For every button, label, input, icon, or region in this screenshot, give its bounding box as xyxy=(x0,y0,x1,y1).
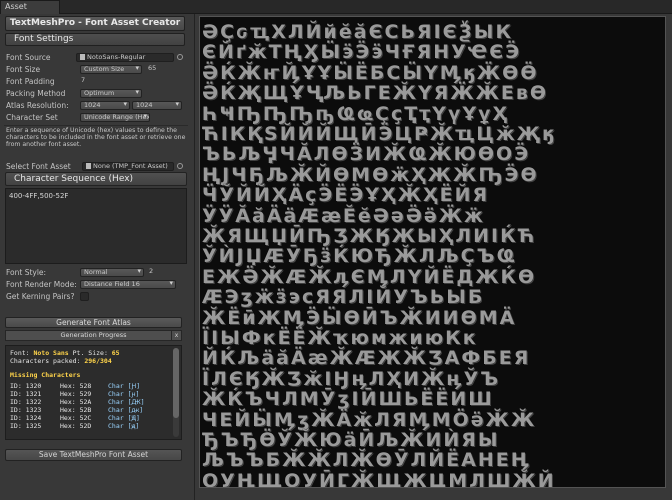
character-sequence-input[interactable]: 400-4FF,500-52F xyxy=(5,188,187,264)
atlas-glyph-row: ҢЈЧҔЉӁЙӨМӨӝҲЖӁҦӬӨ xyxy=(202,163,539,186)
missing-char-row: ID: 1324 Hex: 52C Char [Ԭ] xyxy=(10,414,140,422)
font-source-value: NotoSans-Regular xyxy=(87,53,146,61)
select-font-asset-label: Select Font Asset xyxy=(6,162,71,171)
font-settings-header[interactable]: Font Settings xyxy=(5,33,185,46)
font-source-row: Font Source NotoSans-Regular xyxy=(6,53,186,63)
font-style-row: Font Style: Normal 2 xyxy=(6,268,186,278)
atlas-resolution-row: Atlas Resolution: 1024 1024 xyxy=(6,101,186,111)
font-source-field[interactable]: NotoSans-Regular xyxy=(76,53,174,62)
missing-char-row: ID: 1325 Hex: 52D Char [ԭ] xyxy=(10,422,140,430)
asset-file-icon xyxy=(86,163,91,169)
atlas-glyph-row: ҺҸҦҦҦҧҨҩҪҫҬҭҮүҰұҲ xyxy=(202,102,510,125)
atlas-glyph-row: ӰӰӐӑӒӓӔӕӖӗӘәӚӛӜӝ xyxy=(202,204,485,227)
title-button[interactable]: TextMeshPro - Font Asset Creator xyxy=(5,16,185,31)
atlas-glyph-row: ЉЪЪБӁӁЛӁӨӮЛЙЁАНЕӉ xyxy=(202,449,531,472)
font-style-label: Font Style: xyxy=(6,268,47,277)
font-name: Noto Sans xyxy=(33,349,69,357)
atlas-glyph-row: ЕЖӚӁӔӁӆЄӍЛҮЙЁДЖЌӨ xyxy=(202,265,537,288)
character-set-label: Character Set xyxy=(6,113,58,122)
font-atlas-preview: ӘҪԍҵXЛЙйӗӑЄСЬЯІЄѮЫК ЄЙґӂТҢӼӸӭӬӭЧҒЯНУҼЄӬ ӚЌ… xyxy=(199,16,666,488)
font-padding-input[interactable]: 7 xyxy=(78,77,118,86)
atlas-glyph-row: ЙЌЉӓӑӒӕӁӔЖӁӠАФБЕЯ xyxy=(202,347,531,370)
atlas-height-dropdown[interactable]: 1024 xyxy=(132,101,182,110)
character-sequence-header: Character Sequence (Hex) xyxy=(5,172,187,186)
atlas-width-dropdown[interactable]: 1024 xyxy=(80,101,130,110)
missing-list: ID: 1320 Hex: 528 Char [Ԩ] ID: 1321 Hex: 529… xyxy=(10,382,177,430)
font-style-amount-input[interactable]: 2 xyxy=(146,268,176,277)
kerning-row: Get Kerning Pairs? xyxy=(6,292,186,302)
packed-line: Characters packed: 296/304 xyxy=(10,357,112,365)
output-console: Font: Noto Sans Pt. Size: 65 Characters … xyxy=(5,345,182,440)
font-source-label: Font Source xyxy=(6,53,51,62)
scroll-thumb[interactable] xyxy=(173,348,179,418)
packing-method-row: Packing Method Optimum xyxy=(6,89,186,99)
pt-size: 65 xyxy=(111,349,120,357)
progress-label: Generation Progress xyxy=(60,331,127,339)
atlas-glyph-row: ЧЕЙӸӍӡӁӒӂЛЯӍМӦӛӁӁ xyxy=(202,408,537,431)
font-size-label: Font Size xyxy=(6,65,41,74)
select-font-asset-value: None (TMP_Font Asset) xyxy=(93,162,168,170)
atlas-glyph-row: ЪЬЉӋЧӐЛӨӞИӁҨӁЮӨОӬ xyxy=(202,143,531,166)
atlas-glyph-row: ЎЍЈЏӔӮҔӟЌЮЂӁЛЉҪЪҨ xyxy=(202,245,517,268)
packing-method-label: Packing Method xyxy=(6,89,66,98)
generation-progress-bar: Generation Progress x xyxy=(5,330,182,341)
font-padding-label: Font Padding xyxy=(6,77,55,86)
tab-asset-creator[interactable]: Asset Creator xyxy=(0,0,60,23)
atlas-glyph-row: ӚЌӁҥҊҰҰӸЁБСӸҮӍӄӜӨӪ xyxy=(202,61,539,84)
atlas-glyph-row: ОУҢЩОУӢӶӁЩЖЦМЛШӁЙ xyxy=(202,469,556,488)
atlas-glyph-row: ӚЌҖЩҰҶЉЬГЕӁҮЯӜӁЕвӨ xyxy=(202,82,549,105)
character-set-dropdown[interactable]: Unicode Range (Hex) xyxy=(80,113,150,122)
console-scrollbar[interactable] xyxy=(173,348,179,437)
atlas-glyph-row: ӴЎЙЙҲӒҫӬЁӬҰҲӁҲЁЙЯ xyxy=(202,184,490,207)
font-size-row: Font Size Custom Size 65 xyxy=(6,65,186,75)
atlas-glyph-row: ӘҪԍҵXЛЙйӗӑЄСЬЯІЄѮЫК xyxy=(202,21,514,43)
select-font-asset-row: Select Font Asset None (TMP_Font Asset) xyxy=(6,162,186,172)
select-font-asset-field[interactable]: None (TMP_Font Asset) xyxy=(82,162,174,171)
atlas-glyph-row: ЇЛЄӃӁӠӂӀӇӊЛҲИӁӊЎЪ xyxy=(202,367,501,390)
atlas-glyph-row: ЇІЫФкЁЁӁҡюмжиюКк xyxy=(202,327,478,349)
atlas-glyph-row: ӁЁӣЖӍӬӸӨӢЪӁИИӨМӒ xyxy=(202,306,517,329)
font-size-input[interactable]: 65 xyxy=(145,65,175,74)
missing-char-row: ID: 1322 Hex: 52A Char [Ԫ] xyxy=(10,398,145,406)
packed-count: 296/304 xyxy=(84,357,112,365)
character-set-row: Character Set Unicode Range (Hex) xyxy=(6,113,186,123)
font-padding-row: Font Padding 7 xyxy=(6,77,186,87)
settings-panel: TextMeshPro - Font Asset Creator Font Se… xyxy=(0,14,194,500)
atlas-glyph-row: ӔЭӡӝӟэсЯЯЛІЙУЪЬЫБ xyxy=(202,286,485,309)
kerning-label: Get Kerning Pairs? xyxy=(6,292,75,301)
font-render-mode-label: Font Render Mode: xyxy=(6,280,77,289)
generate-font-atlas-button[interactable]: Generate Font Atlas xyxy=(5,317,182,328)
packing-method-dropdown[interactable]: Optimum xyxy=(80,89,142,98)
font-render-mode-dropdown[interactable]: Distance Field 16 xyxy=(80,280,176,289)
close-icon[interactable]: x xyxy=(171,331,181,340)
missing-char-row: ID: 1320 Hex: 528 Char [Ԩ] xyxy=(10,382,141,390)
info-text: Enter a sequence of Unicode (hex) values… xyxy=(6,127,186,149)
kerning-checkbox[interactable] xyxy=(80,292,89,301)
asset-picker-icon[interactable] xyxy=(177,163,183,169)
divider xyxy=(4,125,188,126)
atlas-glyph-row: ЂЪЂӪЎӁЮӓӢЉӁИЍЯЫ xyxy=(202,429,500,451)
atlas-glyph-row: ЋІКҚЅЙЙЙЩӢӬЦҎӁҵЦӂҖӄ xyxy=(202,123,557,145)
font-size-mode-dropdown[interactable]: Custom Size xyxy=(80,65,142,74)
atlas-resolution-label: Atlas Resolution: xyxy=(6,101,69,110)
missing-characters-header: Missing Characters xyxy=(10,371,81,379)
save-font-asset-button[interactable]: Save TextMeshPro Font Asset xyxy=(5,449,182,461)
atlas-glyph-row: ӁЯЩЏӢҦӠЖӃЖЫҲЛИІЌЋ xyxy=(202,225,537,247)
panel-splitter[interactable] xyxy=(194,14,195,500)
missing-char-row: ID: 1321 Hex: 529 Char [ԩ] xyxy=(10,390,140,398)
font-style-dropdown[interactable]: Normal xyxy=(80,268,144,277)
missing-char-row: ID: 1323 Hex: 52B Char [ԫ] xyxy=(10,406,144,414)
window-tabbar: Asset Creator xyxy=(0,0,672,23)
atlas-glyph-row: ӁЌЪЧЛМӮӡӀӢШЬЁЁИШ xyxy=(202,388,494,411)
atlas-glyph-row: ЄЙґӂТҢӼӸӭӬӭЧҒЯНУҼЄӬ xyxy=(202,41,522,64)
object-picker-icon[interactable] xyxy=(177,54,183,60)
font-file-icon xyxy=(80,54,85,60)
font-render-mode-row: Font Render Mode: Distance Field 16 xyxy=(6,280,186,290)
font-info-line: Font: Noto Sans Pt. Size: 65 xyxy=(10,349,120,357)
